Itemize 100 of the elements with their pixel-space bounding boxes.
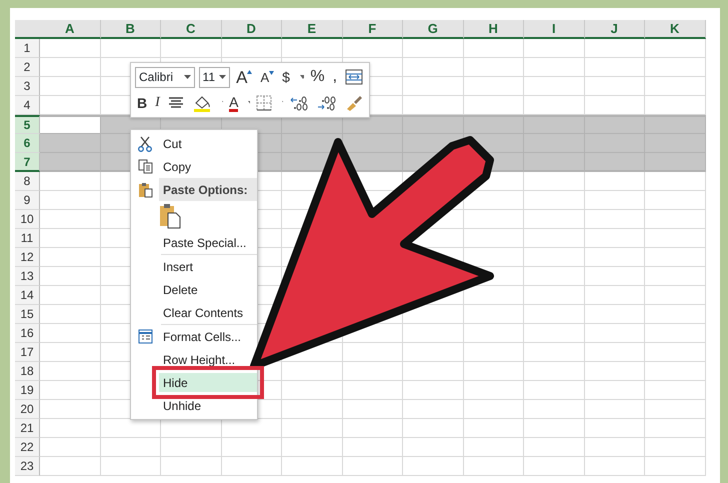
- grid-cell[interactable]: [40, 77, 100, 96]
- grid-cell[interactable]: [524, 58, 584, 77]
- font-name-field[interactable]: Calibri: [135, 66, 195, 88]
- menu-item[interactable]: Format Cells...: [159, 325, 257, 348]
- grid-cell[interactable]: [464, 58, 524, 77]
- grid-cell[interactable]: [342, 381, 403, 400]
- grid-cell[interactable]: [645, 115, 706, 134]
- grid-cell[interactable]: [40, 39, 100, 58]
- grid-cell[interactable]: [524, 400, 584, 419]
- select-all-corner[interactable]: [15, 20, 40, 39]
- grid-cell[interactable]: [403, 343, 464, 362]
- grid-cell[interactable]: [584, 305, 645, 324]
- grid-cell[interactable]: [100, 39, 161, 58]
- grid-cell[interactable]: [645, 324, 706, 343]
- currency-button[interactable]: $: [280, 66, 292, 88]
- column-header[interactable]: C: [161, 20, 222, 39]
- borders-icon[interactable]: [256, 95, 272, 111]
- grid-cell[interactable]: [524, 419, 584, 438]
- grid-cell[interactable]: [524, 438, 584, 457]
- row-header[interactable]: 14: [15, 286, 40, 305]
- grid-cell[interactable]: [524, 381, 584, 400]
- grid-cell[interactable]: [645, 248, 706, 267]
- bold-button[interactable]: B: [135, 92, 150, 114]
- row-header[interactable]: 7: [15, 153, 40, 172]
- fill-color-icon[interactable]: [192, 94, 212, 112]
- format-button[interactable]: ,: [330, 66, 340, 88]
- increase-decimal-icon[interactable]: [288, 95, 309, 111]
- grid-cell[interactable]: [464, 305, 524, 324]
- menu-item[interactable]: Unhide: [159, 394, 257, 417]
- grid-cell[interactable]: [584, 343, 645, 362]
- grid-cell[interactable]: [403, 324, 464, 343]
- menu-item[interactable]: Clear Contents: [159, 301, 257, 324]
- row-header[interactable]: 13: [15, 267, 40, 286]
- column-header[interactable]: K: [645, 20, 706, 39]
- grid-cell[interactable]: [645, 77, 706, 96]
- decrease-decimal-icon[interactable]: [316, 95, 337, 111]
- grid-cell[interactable]: [584, 153, 645, 172]
- row-header[interactable]: 18: [15, 362, 40, 381]
- grid-cell[interactable]: [584, 191, 645, 210]
- row-header[interactable]: 9: [15, 191, 40, 210]
- menu-item[interactable]: Copy: [159, 155, 257, 178]
- grid-cell[interactable]: [403, 419, 464, 438]
- row-header[interactable]: 15: [15, 305, 40, 324]
- grid-cell[interactable]: [40, 305, 100, 324]
- grid-cell[interactable]: [645, 305, 706, 324]
- row-header[interactable]: 19: [15, 381, 40, 400]
- grid-cell[interactable]: [40, 248, 100, 267]
- grid-cell[interactable]: [645, 172, 706, 191]
- grid-cell[interactable]: [40, 419, 100, 438]
- grid-cell[interactable]: [645, 400, 706, 419]
- grid-cell[interactable]: [584, 229, 645, 248]
- grid-cell[interactable]: [645, 58, 706, 77]
- grid-cell[interactable]: [645, 343, 706, 362]
- grid-cell[interactable]: [524, 362, 584, 381]
- grid-cell[interactable]: [464, 457, 524, 476]
- grid-cell[interactable]: [524, 153, 584, 172]
- grid-cell[interactable]: [342, 115, 403, 134]
- dropdown-caret-icon[interactable]: [300, 75, 304, 79]
- grid-cell[interactable]: [584, 324, 645, 343]
- grid-cell[interactable]: [645, 286, 706, 305]
- grid-cell[interactable]: [584, 457, 645, 476]
- grid-cell[interactable]: [584, 419, 645, 438]
- grid-cell[interactable]: [403, 77, 464, 96]
- grid-cell[interactable]: [282, 400, 342, 419]
- paintbrush-icon[interactable]: [344, 95, 363, 111]
- dropdown-caret-icon[interactable]: [219, 75, 226, 79]
- grid-cell[interactable]: [524, 286, 584, 305]
- grid-cell[interactable]: [464, 77, 524, 96]
- grid-cell[interactable]: [100, 438, 161, 457]
- grid-cell[interactable]: [40, 115, 100, 134]
- row-header[interactable]: 17: [15, 343, 40, 362]
- align-center-icon[interactable]: [168, 97, 184, 109]
- grid-cell[interactable]: [464, 324, 524, 343]
- font-color-button[interactable]: A: [227, 92, 240, 114]
- grid-cell[interactable]: [222, 438, 282, 457]
- grid-cell[interactable]: [524, 343, 584, 362]
- row-header[interactable]: 20: [15, 400, 40, 419]
- grid-cell[interactable]: [584, 267, 645, 286]
- grid-cell[interactable]: [524, 77, 584, 96]
- grid-cell[interactable]: [282, 457, 342, 476]
- grid-cell[interactable]: [584, 58, 645, 77]
- column-header[interactable]: H: [464, 20, 524, 39]
- column-header[interactable]: A: [40, 20, 100, 39]
- column-header[interactable]: F: [342, 20, 403, 39]
- grid-cell[interactable]: [40, 400, 100, 419]
- grid-cell[interactable]: [584, 286, 645, 305]
- grid-cell[interactable]: [40, 134, 100, 153]
- grid-cell[interactable]: [40, 210, 100, 229]
- decrease-font-button[interactable]: A: [258, 66, 276, 88]
- column-header[interactable]: I: [524, 20, 584, 39]
- grid-cell[interactable]: [222, 39, 282, 58]
- grid-cell[interactable]: [464, 229, 524, 248]
- grid-cell[interactable]: [524, 39, 584, 58]
- grid-cell[interactable]: [524, 172, 584, 191]
- grid-cell[interactable]: [524, 210, 584, 229]
- grid-cell[interactable]: [403, 438, 464, 457]
- grid-cell[interactable]: [524, 305, 584, 324]
- row-header[interactable]: 5: [15, 115, 40, 134]
- grid-cell[interactable]: [645, 229, 706, 248]
- grid-cell[interactable]: [40, 286, 100, 305]
